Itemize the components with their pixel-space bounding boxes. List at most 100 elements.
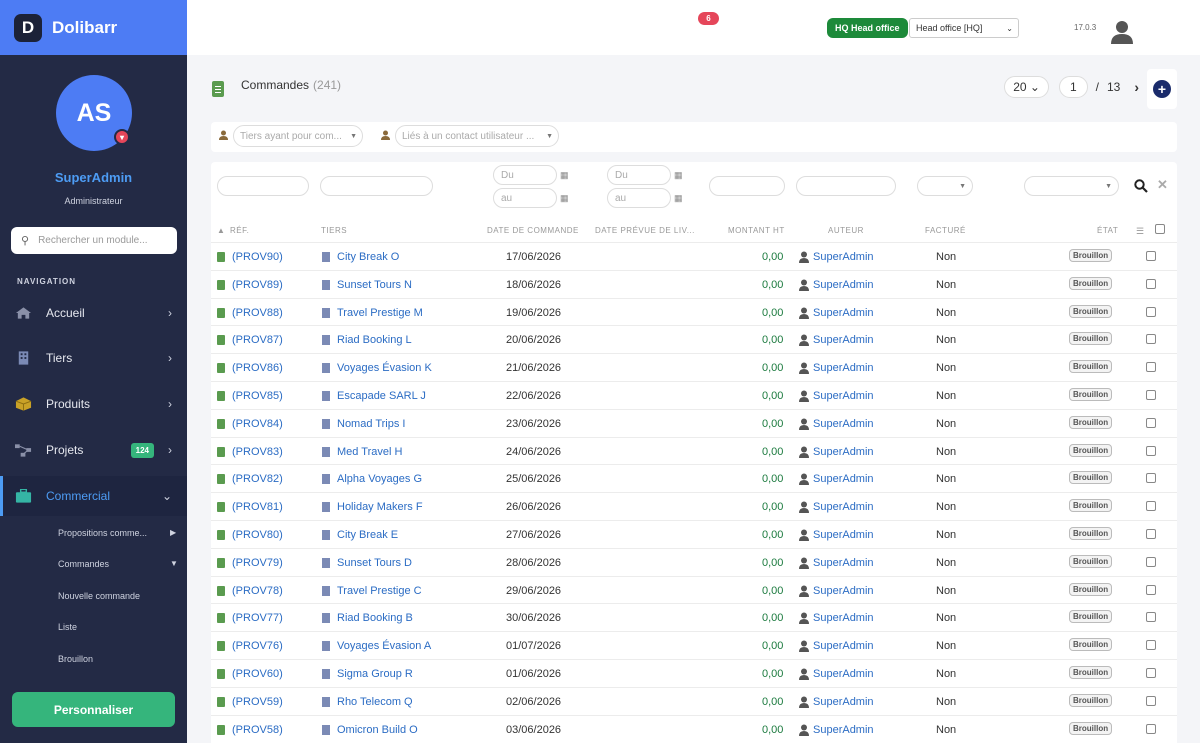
col-order-date[interactable]: DATE DE COMMANDE — [487, 226, 579, 235]
sidebar-item-tiers[interactable]: Tiers › — [0, 338, 187, 378]
order-ref-link[interactable]: (PROV58) — [232, 724, 283, 736]
thirdparty-link[interactable]: Sunset Tours D — [337, 557, 412, 569]
row-checkbox[interactable] — [1146, 473, 1156, 484]
author-link[interactable]: SuperAdmin — [813, 557, 874, 569]
calendar-icon[interactable]: ▦ — [674, 193, 683, 204]
thirdparty-link[interactable]: Omicron Build O — [337, 724, 418, 736]
author-link[interactable]: SuperAdmin — [813, 334, 874, 346]
row-checkbox[interactable] — [1146, 612, 1156, 623]
calendar-icon[interactable]: ▦ — [560, 193, 569, 204]
row-checkbox[interactable] — [1146, 640, 1156, 651]
thirdparty-link[interactable]: Riad Booking L — [337, 334, 412, 346]
thirdparty-link[interactable]: Sigma Group R — [337, 668, 413, 680]
row-checkbox[interactable] — [1146, 445, 1156, 456]
sidebar-item-produits[interactable]: Produits › — [0, 384, 187, 424]
author-filter-input[interactable] — [796, 176, 896, 196]
col-ref[interactable]: RÉF. — [230, 226, 249, 235]
author-link[interactable]: SuperAdmin — [813, 473, 874, 485]
thirdparty-link[interactable]: City Break E — [337, 529, 398, 541]
personalize-button[interactable]: Personnaliser — [12, 692, 175, 727]
select-all-checkbox[interactable] — [1155, 224, 1165, 234]
author-link[interactable]: SuperAdmin — [813, 362, 874, 374]
row-checkbox[interactable] — [1146, 334, 1156, 345]
author-link[interactable]: SuperAdmin — [813, 501, 874, 513]
order-ref-link[interactable]: (PROV81) — [232, 501, 283, 513]
author-link[interactable]: SuperAdmin — [813, 529, 874, 541]
author-link[interactable]: SuperAdmin — [813, 696, 874, 708]
author-link[interactable]: SuperAdmin — [813, 668, 874, 680]
row-checkbox[interactable] — [1146, 584, 1156, 595]
author-link[interactable]: SuperAdmin — [813, 585, 874, 597]
order-ref-link[interactable]: (PROV77) — [232, 612, 283, 624]
thirdparty-link[interactable]: Riad Booking B — [337, 612, 413, 624]
amount-filter-input[interactable] — [709, 176, 785, 196]
thirdparty-link[interactable]: City Break O — [337, 251, 399, 263]
author-link[interactable]: SuperAdmin — [813, 446, 874, 458]
row-checkbox[interactable] — [1146, 417, 1156, 428]
col-author[interactable]: AUTEUR — [828, 226, 864, 235]
order-date-from-input[interactable]: Du — [493, 165, 557, 185]
calendar-icon[interactable]: ▦ — [674, 170, 683, 181]
author-link[interactable]: SuperAdmin — [813, 612, 874, 624]
add-order-button[interactable]: + — [1147, 69, 1177, 109]
order-ref-link[interactable]: (PROV80) — [232, 529, 283, 541]
author-link[interactable]: SuperAdmin — [813, 724, 874, 736]
submenu-liste[interactable]: Liste — [58, 622, 77, 632]
user-avatar[interactable]: AS ▾ — [56, 75, 132, 151]
status-filter-select[interactable]: ▼ — [1024, 176, 1119, 196]
module-search-input[interactable]: ⚲ Rechercher un module... — [11, 227, 177, 254]
submenu-commandes[interactable]: Commandes ▼ — [58, 559, 178, 569]
order-ref-link[interactable]: (PROV78) — [232, 585, 283, 597]
brand-bar[interactable]: D Dolibarr — [0, 0, 187, 55]
page-input[interactable]: 1 — [1058, 76, 1088, 98]
order-ref-link[interactable]: (PROV85) — [232, 390, 283, 402]
sidebar-item-accueil[interactable]: Accueil › — [0, 293, 187, 333]
ref-filter-input[interactable] — [217, 176, 309, 196]
column-selector-icon[interactable]: ☰ — [1136, 226, 1145, 237]
order-ref-link[interactable]: (PROV88) — [232, 307, 283, 319]
order-ref-link[interactable]: (PROV59) — [232, 696, 283, 708]
col-billed[interactable]: FACTURÉ — [925, 226, 966, 235]
row-checkbox[interactable] — [1146, 278, 1156, 289]
thirdparty-link[interactable]: Nomad Trips I — [337, 418, 405, 430]
author-link[interactable]: SuperAdmin — [813, 418, 874, 430]
col-amount[interactable]: MONTANT HT — [728, 226, 785, 235]
submenu-propositions[interactable]: Propositions comme... ▶ — [58, 528, 176, 538]
delivery-date-from-input[interactable]: Du — [607, 165, 671, 185]
submenu-brouillon[interactable]: Brouillon — [58, 654, 93, 664]
row-checkbox[interactable] — [1146, 501, 1156, 512]
row-checkbox[interactable] — [1146, 389, 1156, 400]
sidebar-item-projets[interactable]: Projets 124 › — [0, 430, 187, 470]
order-ref-link[interactable]: (PROV86) — [232, 362, 283, 374]
billed-filter-select[interactable]: ▼ — [917, 176, 973, 196]
next-page-icon[interactable]: › — [1134, 79, 1139, 95]
thirdparty-link[interactable]: Escapade SARL J — [337, 390, 426, 402]
order-ref-link[interactable]: (PROV90) — [232, 251, 283, 263]
thirdparty-filter-select[interactable]: Tiers ayant pour com... ▼ — [233, 125, 363, 147]
row-checkbox[interactable] — [1146, 556, 1156, 567]
row-checkbox[interactable] — [1146, 306, 1156, 317]
user-name[interactable]: SuperAdmin — [0, 170, 187, 185]
thirdparty-link[interactable]: Voyages Évasion A — [337, 640, 431, 652]
row-checkbox[interactable] — [1146, 695, 1156, 706]
order-ref-link[interactable]: (PROV82) — [232, 473, 283, 485]
order-ref-link[interactable]: (PROV84) — [232, 418, 283, 430]
thirdparty-link[interactable]: Travel Prestige M — [337, 307, 423, 319]
row-checkbox[interactable] — [1146, 528, 1156, 539]
thirdparty-link[interactable]: Rho Telecom Q — [337, 696, 413, 708]
limit-select[interactable]: 20 ⌄ — [1004, 76, 1049, 98]
row-checkbox[interactable] — [1146, 667, 1156, 678]
entity-select[interactable]: Head office [HQ] ⌄ — [909, 18, 1019, 38]
author-link[interactable]: SuperAdmin — [813, 251, 874, 263]
order-ref-link[interactable]: (PROV87) — [232, 334, 283, 346]
row-checkbox[interactable] — [1146, 362, 1156, 373]
thirdparty-link[interactable]: Sunset Tours N — [337, 279, 412, 291]
tiers-filter-input[interactable] — [320, 176, 433, 196]
sidebar-item-commercial[interactable]: Commercial ⌄ — [0, 476, 187, 516]
thirdparty-link[interactable]: Travel Prestige C — [337, 585, 422, 597]
order-ref-link[interactable]: (PROV89) — [232, 279, 283, 291]
submenu-nouvelle-commande[interactable]: Nouvelle commande — [58, 591, 140, 601]
user-icon[interactable] — [1111, 20, 1133, 44]
order-ref-link[interactable]: (PROV60) — [232, 668, 283, 680]
order-date-to-input[interactable]: au — [493, 188, 557, 208]
